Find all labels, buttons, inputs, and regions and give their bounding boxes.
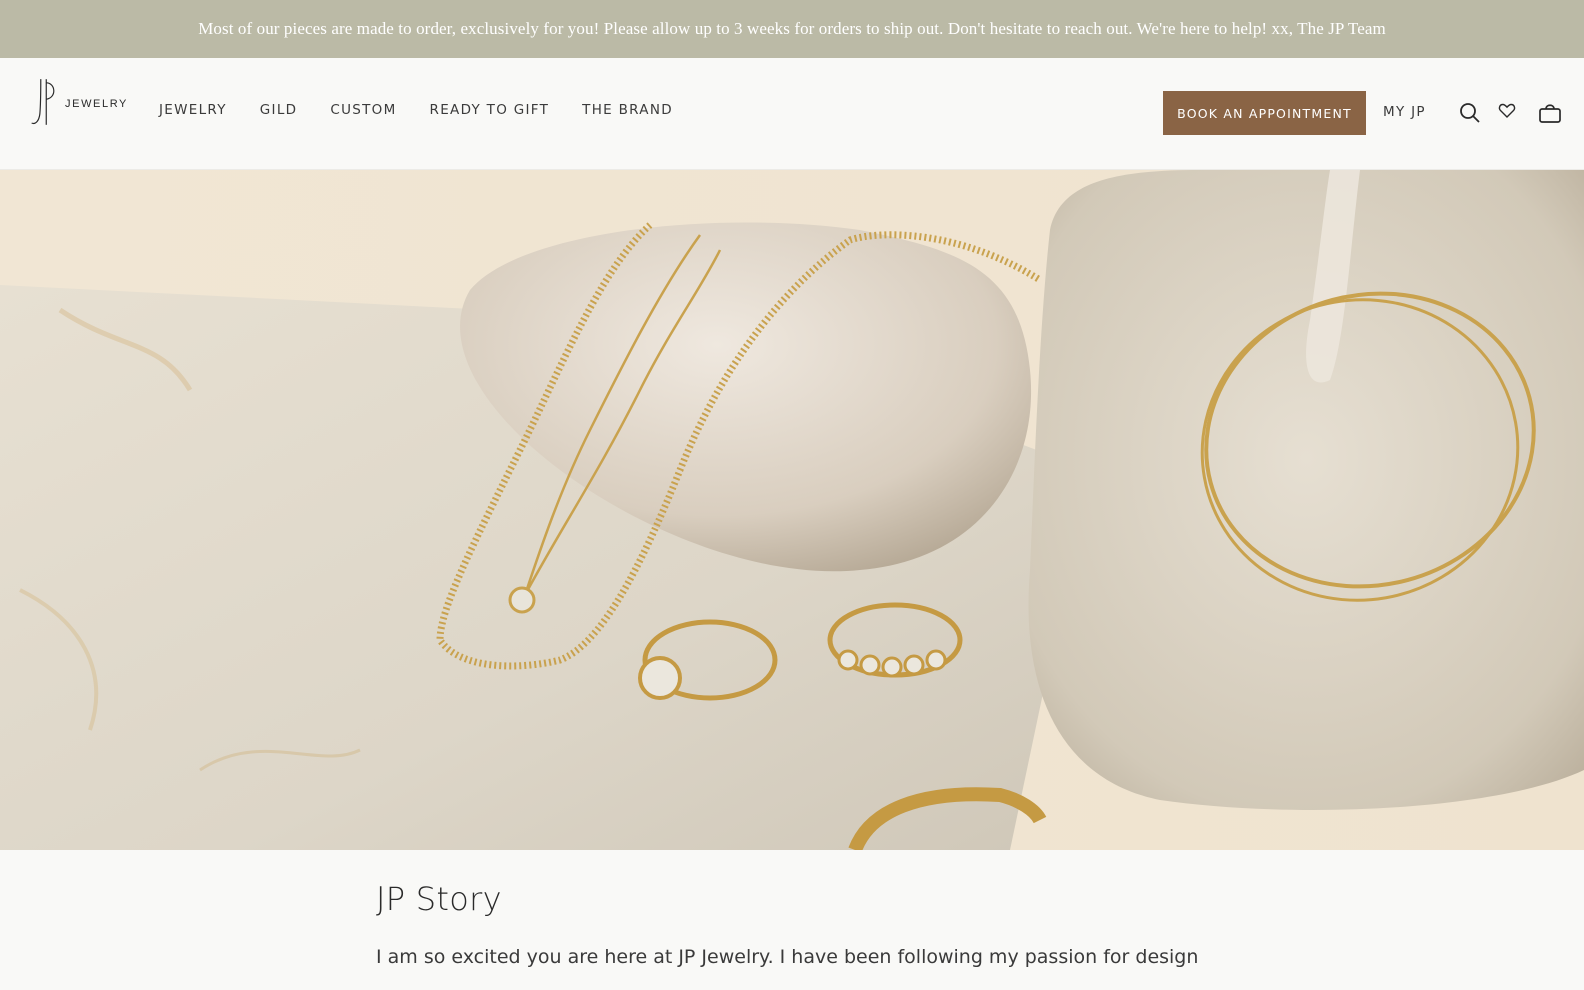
jp-monogram-icon	[31, 79, 55, 125]
announcement-bar: Most of our pieces are made to order, ex…	[0, 0, 1584, 58]
search-icon[interactable]	[1457, 100, 1483, 126]
story-section: JP Story I am so excited you are here at…	[376, 880, 1216, 972]
book-appointment-button[interactable]: BOOK AN APPOINTMENT	[1163, 91, 1366, 135]
site-header: JEWELRY JEWELRY GILD CUSTOM READY TO GIF…	[0, 58, 1584, 170]
hero-image	[0, 170, 1584, 850]
logo[interactable]: JEWELRY	[28, 74, 128, 130]
nav-item-jewelry[interactable]: JEWELRY	[159, 102, 227, 118]
bag-icon[interactable]	[1537, 100, 1563, 126]
nav-item-the-brand[interactable]: THE BRAND	[582, 102, 673, 118]
logo-text: JEWELRY	[65, 98, 128, 110]
nav-item-ready-to-gift[interactable]: READY TO GIFT	[430, 102, 550, 118]
story-intro: I am so excited you are here at JP Jewel…	[376, 946, 1199, 968]
nav-item-gild[interactable]: GILD	[260, 102, 298, 118]
announcement-text: Most of our pieces are made to order, ex…	[198, 19, 1386, 38]
heart-icon[interactable]	[1494, 98, 1520, 124]
nav-item-custom[interactable]: CUSTOM	[330, 102, 396, 118]
my-jp-link[interactable]: MY JP	[1383, 104, 1426, 120]
main-nav: JEWELRY GILD CUSTOM READY TO GIFT THE BR…	[159, 102, 706, 118]
story-title: JP Story	[376, 880, 502, 918]
